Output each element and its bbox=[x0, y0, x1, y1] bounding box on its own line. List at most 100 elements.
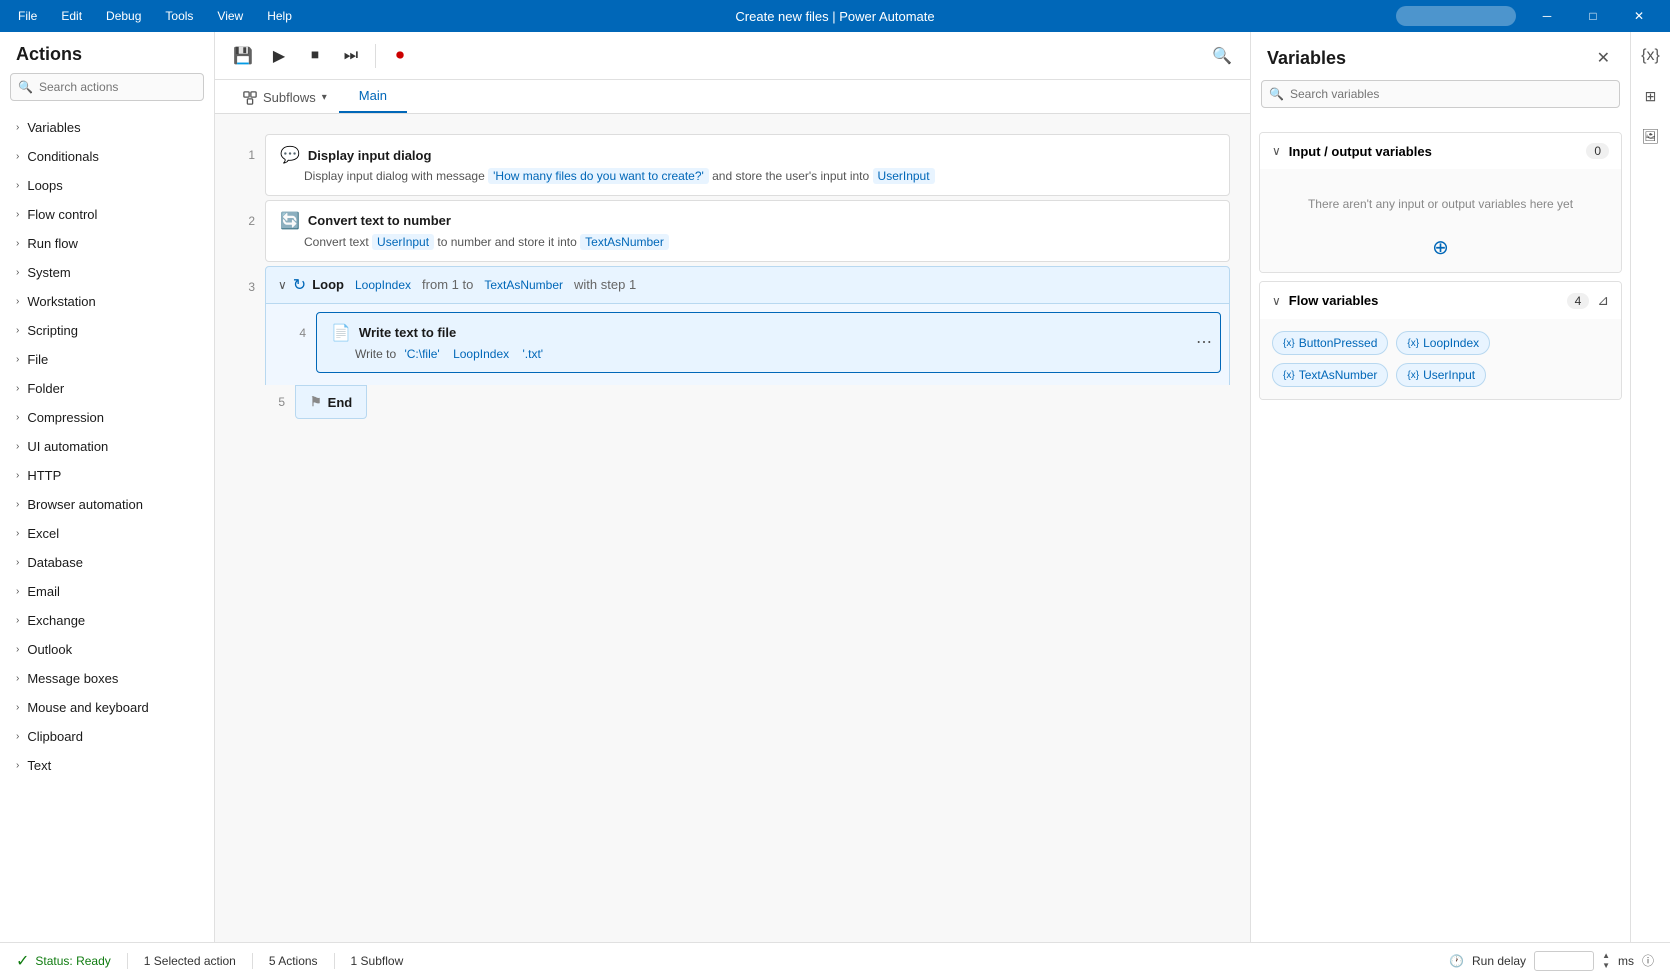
stop-button[interactable]: ⏹ bbox=[299, 40, 331, 72]
clock-icon: 🕐 bbox=[1449, 954, 1464, 968]
desc-var2: UserInput bbox=[873, 168, 935, 184]
action-item-http[interactable]: ›HTTP bbox=[0, 461, 214, 490]
flow-variables-section: ∨ Flow variables 4 ⊿ {x} ButtonPressed {… bbox=[1259, 281, 1622, 400]
action-item-folder[interactable]: ›Folder bbox=[0, 374, 214, 403]
menu-tools[interactable]: Tools bbox=[155, 5, 203, 27]
step-card-2[interactable]: 🔄 Convert text to number Convert text Us… bbox=[265, 200, 1230, 262]
loop-index-var: LoopIndex bbox=[350, 277, 416, 293]
window-controls[interactable]: ─ □ ✕ bbox=[1524, 0, 1662, 32]
run-next-button[interactable]: ⏭ bbox=[335, 40, 367, 72]
search-variables-input[interactable] bbox=[1261, 80, 1620, 108]
menu-view[interactable]: View bbox=[207, 5, 253, 27]
variables-close-button[interactable]: ✕ bbox=[1593, 44, 1614, 72]
close-button[interactable]: ✕ bbox=[1616, 0, 1662, 32]
info-icon[interactable]: ⓘ bbox=[1642, 952, 1654, 969]
loop-icon: ↻ bbox=[293, 275, 306, 295]
action-item-scripting[interactable]: ›Scripting bbox=[0, 316, 214, 345]
action-item-conditionals[interactable]: ›Conditionals bbox=[0, 142, 214, 171]
titlebar: File Edit Debug Tools View Help Create n… bbox=[0, 0, 1670, 32]
menu-bar[interactable]: File Edit Debug Tools View Help bbox=[8, 5, 302, 27]
action-item-flow-control[interactable]: ›Flow control bbox=[0, 200, 214, 229]
action-label: UI automation bbox=[27, 439, 108, 454]
var-chip-loop-index[interactable]: {x} LoopIndex bbox=[1396, 331, 1490, 355]
flow-section-header[interactable]: ∨ Flow variables 4 ⊿ bbox=[1260, 282, 1621, 319]
loop-collapse-button[interactable]: ∨ bbox=[278, 278, 287, 292]
side-icon-layers[interactable]: ⊞ bbox=[1635, 80, 1667, 112]
io-section-header[interactable]: ∨ Input / output variables 0 bbox=[1260, 133, 1621, 169]
var-chip-button-pressed[interactable]: {x} ButtonPressed bbox=[1272, 331, 1388, 355]
action-item-workstation[interactable]: ›Workstation bbox=[0, 287, 214, 316]
loop-inner-card[interactable]: 📄 Write text to file Write to 'C:\file' … bbox=[316, 312, 1221, 374]
action-item-file[interactable]: ›File bbox=[0, 345, 214, 374]
menu-help[interactable]: Help bbox=[257, 5, 302, 27]
run-delay-input[interactable]: 100 bbox=[1534, 951, 1594, 971]
side-icon-images[interactable]: 🖼 bbox=[1635, 120, 1667, 152]
flow-step-3: 3 ∨ ↻ Loop LoopIndex from 1 to TextAsNum… bbox=[235, 266, 1230, 420]
search-actions-input[interactable] bbox=[10, 73, 204, 101]
action-item-loops[interactable]: › Loops bbox=[0, 171, 214, 200]
action-item-database[interactable]: ›Database bbox=[0, 548, 214, 577]
action-item-ui-automation[interactable]: › UI automation bbox=[0, 432, 214, 461]
add-io-variable-button[interactable]: ⊕ bbox=[1432, 235, 1449, 260]
action-label: Exchange bbox=[27, 613, 85, 628]
action-item-system[interactable]: ›System bbox=[0, 258, 214, 287]
menu-debug[interactable]: Debug bbox=[96, 5, 151, 27]
chevron-right-icon: › bbox=[16, 615, 19, 626]
step-header-2: 🔄 Convert text to number bbox=[280, 211, 1215, 231]
toolbar-search-button[interactable]: 🔍 bbox=[1206, 40, 1238, 72]
save-button[interactable]: 💾 bbox=[227, 40, 259, 72]
chevron-right-icon: › bbox=[16, 122, 19, 133]
action-item-text[interactable]: ›Text bbox=[0, 751, 214, 780]
loop-step-number: 4 bbox=[286, 312, 316, 340]
stepper-up-icon[interactable]: ▲ bbox=[1602, 951, 1610, 961]
var-chip-user-input[interactable]: {x} UserInput bbox=[1396, 363, 1486, 387]
action-item-clipboard[interactable]: ›Clipboard bbox=[0, 722, 214, 751]
run-button[interactable]: ▶ bbox=[263, 40, 295, 72]
action-item-outlook[interactable]: ›Outlook bbox=[0, 635, 214, 664]
action-item-browser-automation[interactable]: ›Browser automation bbox=[0, 490, 214, 519]
side-icon-variables[interactable]: {x} bbox=[1635, 40, 1667, 72]
tab-subflows[interactable]: Subflows ▾ bbox=[231, 82, 339, 113]
chevron-down-icon: ▾ bbox=[322, 92, 327, 103]
chevron-right-icon: › bbox=[16, 760, 19, 771]
minimize-button[interactable]: ─ bbox=[1524, 0, 1570, 32]
action-item-excel[interactable]: ›Excel bbox=[0, 519, 214, 548]
io-variables-section: ∨ Input / output variables 0 There aren'… bbox=[1259, 132, 1622, 273]
chevron-right-icon: › bbox=[16, 673, 19, 684]
var-chip-icon: {x} bbox=[1407, 370, 1419, 381]
run-delay-control: 🕐 Run delay 100 ▲ ▼ ms ⓘ bbox=[1449, 951, 1654, 971]
flow-filter-icon[interactable]: ⊿ bbox=[1597, 292, 1609, 309]
var-chip-text-as-number[interactable]: {x} TextAsNumber bbox=[1272, 363, 1388, 387]
side-icons-panel: {x} ⊞ 🖼 bbox=[1630, 32, 1670, 942]
action-item-run-flow[interactable]: ›Run flow bbox=[0, 229, 214, 258]
action-label: Email bbox=[27, 584, 60, 599]
action-item-variables[interactable]: ›Variables bbox=[0, 113, 214, 142]
action-item-message-boxes[interactable]: ›Message boxes bbox=[0, 664, 214, 693]
chevron-right-icon: › bbox=[16, 354, 19, 365]
action-label: Flow control bbox=[27, 207, 97, 222]
stepper-down-icon[interactable]: ▼ bbox=[1602, 961, 1610, 971]
menu-edit[interactable]: Edit bbox=[51, 5, 92, 27]
chevron-right-icon: › bbox=[16, 180, 19, 191]
action-label: Loops bbox=[27, 178, 62, 193]
chevron-right-icon: › bbox=[16, 441, 19, 452]
more-options-button[interactable]: ⋯ bbox=[1196, 332, 1212, 352]
total-actions-count: 5 Actions bbox=[269, 954, 318, 968]
record-button[interactable]: ⏺ bbox=[384, 40, 416, 72]
step-card-1[interactable]: 💬 Display input dialog Display input dia… bbox=[265, 134, 1230, 196]
io-section-body: There aren't any input or output variabl… bbox=[1260, 169, 1621, 272]
menu-file[interactable]: File bbox=[8, 5, 47, 27]
action-item-email[interactable]: ›Email bbox=[0, 577, 214, 606]
maximize-button[interactable]: □ bbox=[1570, 0, 1616, 32]
action-item-compression[interactable]: ›Compression bbox=[0, 403, 214, 432]
tab-main[interactable]: Main bbox=[339, 80, 407, 113]
search-icon: 🔍 bbox=[18, 80, 33, 94]
action-label: Compression bbox=[27, 410, 104, 425]
end-card[interactable]: ⚑ End bbox=[295, 385, 367, 419]
variables-title: Variables bbox=[1267, 48, 1346, 69]
run-delay-stepper[interactable]: ▲ ▼ bbox=[1602, 951, 1610, 970]
loop-to-var: TextAsNumber bbox=[479, 277, 568, 293]
action-item-exchange[interactable]: › Exchange bbox=[0, 606, 214, 635]
variables-body: ∨ Input / output variables 0 There aren'… bbox=[1251, 116, 1630, 942]
action-item-mouse-keyboard[interactable]: ›Mouse and keyboard bbox=[0, 693, 214, 722]
